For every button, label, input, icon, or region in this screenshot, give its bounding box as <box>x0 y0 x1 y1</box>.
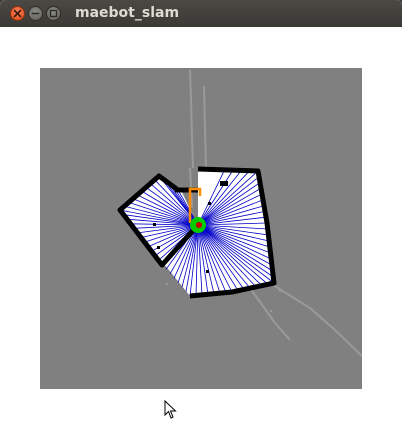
robot-pose-marker <box>196 222 202 228</box>
app-window: maebot_slam <box>0 0 402 429</box>
minimize-button[interactable] <box>28 6 43 21</box>
close-button[interactable] <box>10 6 25 21</box>
maximize-button[interactable] <box>46 6 61 21</box>
slam-map-view[interactable] <box>40 68 362 389</box>
minimize-icon <box>31 12 40 15</box>
window-content <box>0 27 402 429</box>
close-icon <box>13 9 22 18</box>
title-bar[interactable]: maebot_slam <box>0 0 402 27</box>
mouse-cursor-icon <box>164 400 177 419</box>
maximize-icon <box>49 9 58 18</box>
window-title: maebot_slam <box>75 5 180 21</box>
